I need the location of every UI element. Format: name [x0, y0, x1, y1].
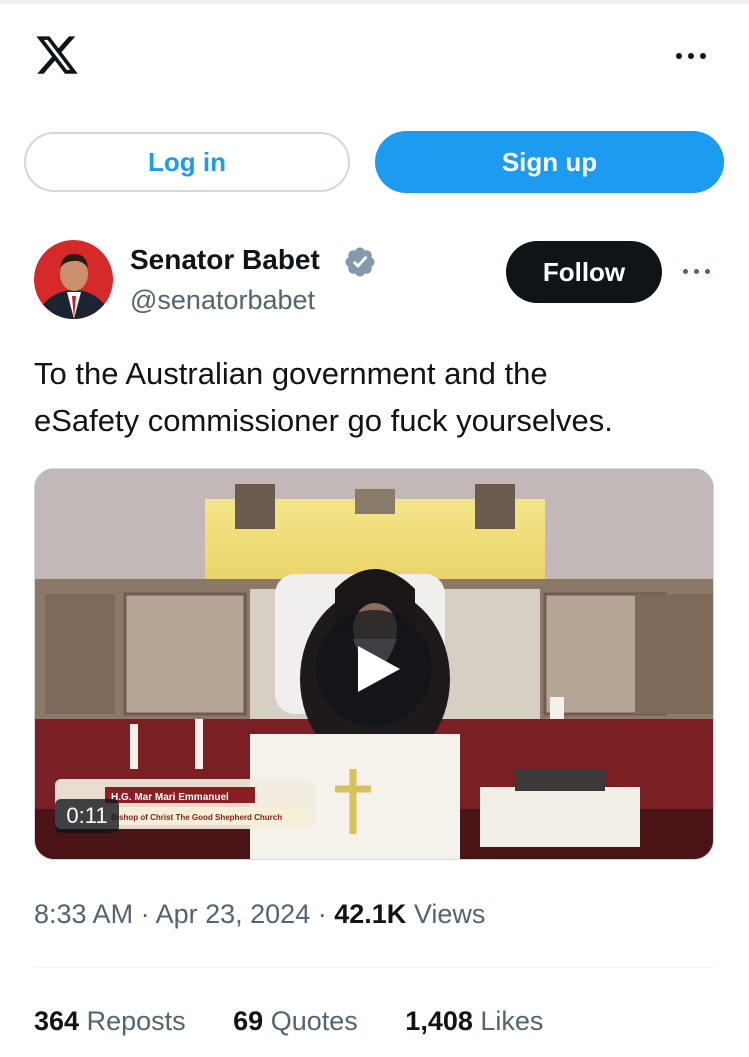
quotes-label: Quotes: [270, 1006, 358, 1036]
likes-count: 1,408: [405, 1006, 473, 1036]
more-options-icon[interactable]: [674, 44, 708, 68]
tweet-more-icon[interactable]: [680, 262, 714, 282]
tweet-stats: 364 Reposts 69 Quotes 1,408 Likes: [34, 1003, 583, 1039]
author-handle[interactable]: @senatorbabet: [130, 282, 315, 318]
login-button[interactable]: Log in: [24, 132, 350, 192]
views-count: 42.1K: [334, 899, 407, 929]
separator: ·: [317, 899, 327, 929]
quotes-count: 69: [233, 1006, 264, 1036]
author-name[interactable]: Senator Babet: [130, 242, 320, 278]
verified-badge-icon: [345, 247, 375, 277]
quotes-stat[interactable]: 69 Quotes: [233, 1003, 358, 1039]
tweet-date[interactable]: Apr 23, 2024: [156, 899, 311, 929]
lower-third-title: H.G. Mar Mari Emmanuel: [111, 792, 229, 803]
tweet-text-line: eSafety commissioner go fuck yourselves.: [34, 403, 613, 438]
reposts-label: Reposts: [86, 1006, 186, 1036]
tweet-text: To the Australian government and the eSa…: [34, 350, 724, 444]
likes-stat[interactable]: 1,408 Likes: [405, 1003, 543, 1039]
tweet-text-line: To the Australian government and the: [34, 356, 548, 391]
play-icon: [358, 646, 400, 692]
top-divider: [0, 0, 749, 4]
separator: ·: [140, 899, 150, 929]
video-duration: 0:11: [55, 799, 119, 833]
lower-third-subtitle: Bishop of Christ The Good Shepherd Churc…: [111, 813, 282, 822]
likes-label: Likes: [480, 1006, 544, 1036]
x-logo-icon[interactable]: [34, 32, 80, 78]
follow-button[interactable]: Follow: [506, 241, 662, 303]
tweet-meta: 8:33 AM · Apr 23, 2024 · 42.1K Views: [34, 896, 485, 932]
divider: [34, 967, 714, 968]
reposts-count: 364: [34, 1006, 80, 1036]
avatar[interactable]: [34, 240, 113, 319]
play-button[interactable]: [316, 610, 432, 726]
views-label: Views: [413, 899, 486, 929]
tweet-time[interactable]: 8:33 AM: [34, 899, 133, 929]
signup-button[interactable]: Sign up: [375, 131, 724, 193]
reposts-stat[interactable]: 364 Reposts: [34, 1003, 186, 1039]
